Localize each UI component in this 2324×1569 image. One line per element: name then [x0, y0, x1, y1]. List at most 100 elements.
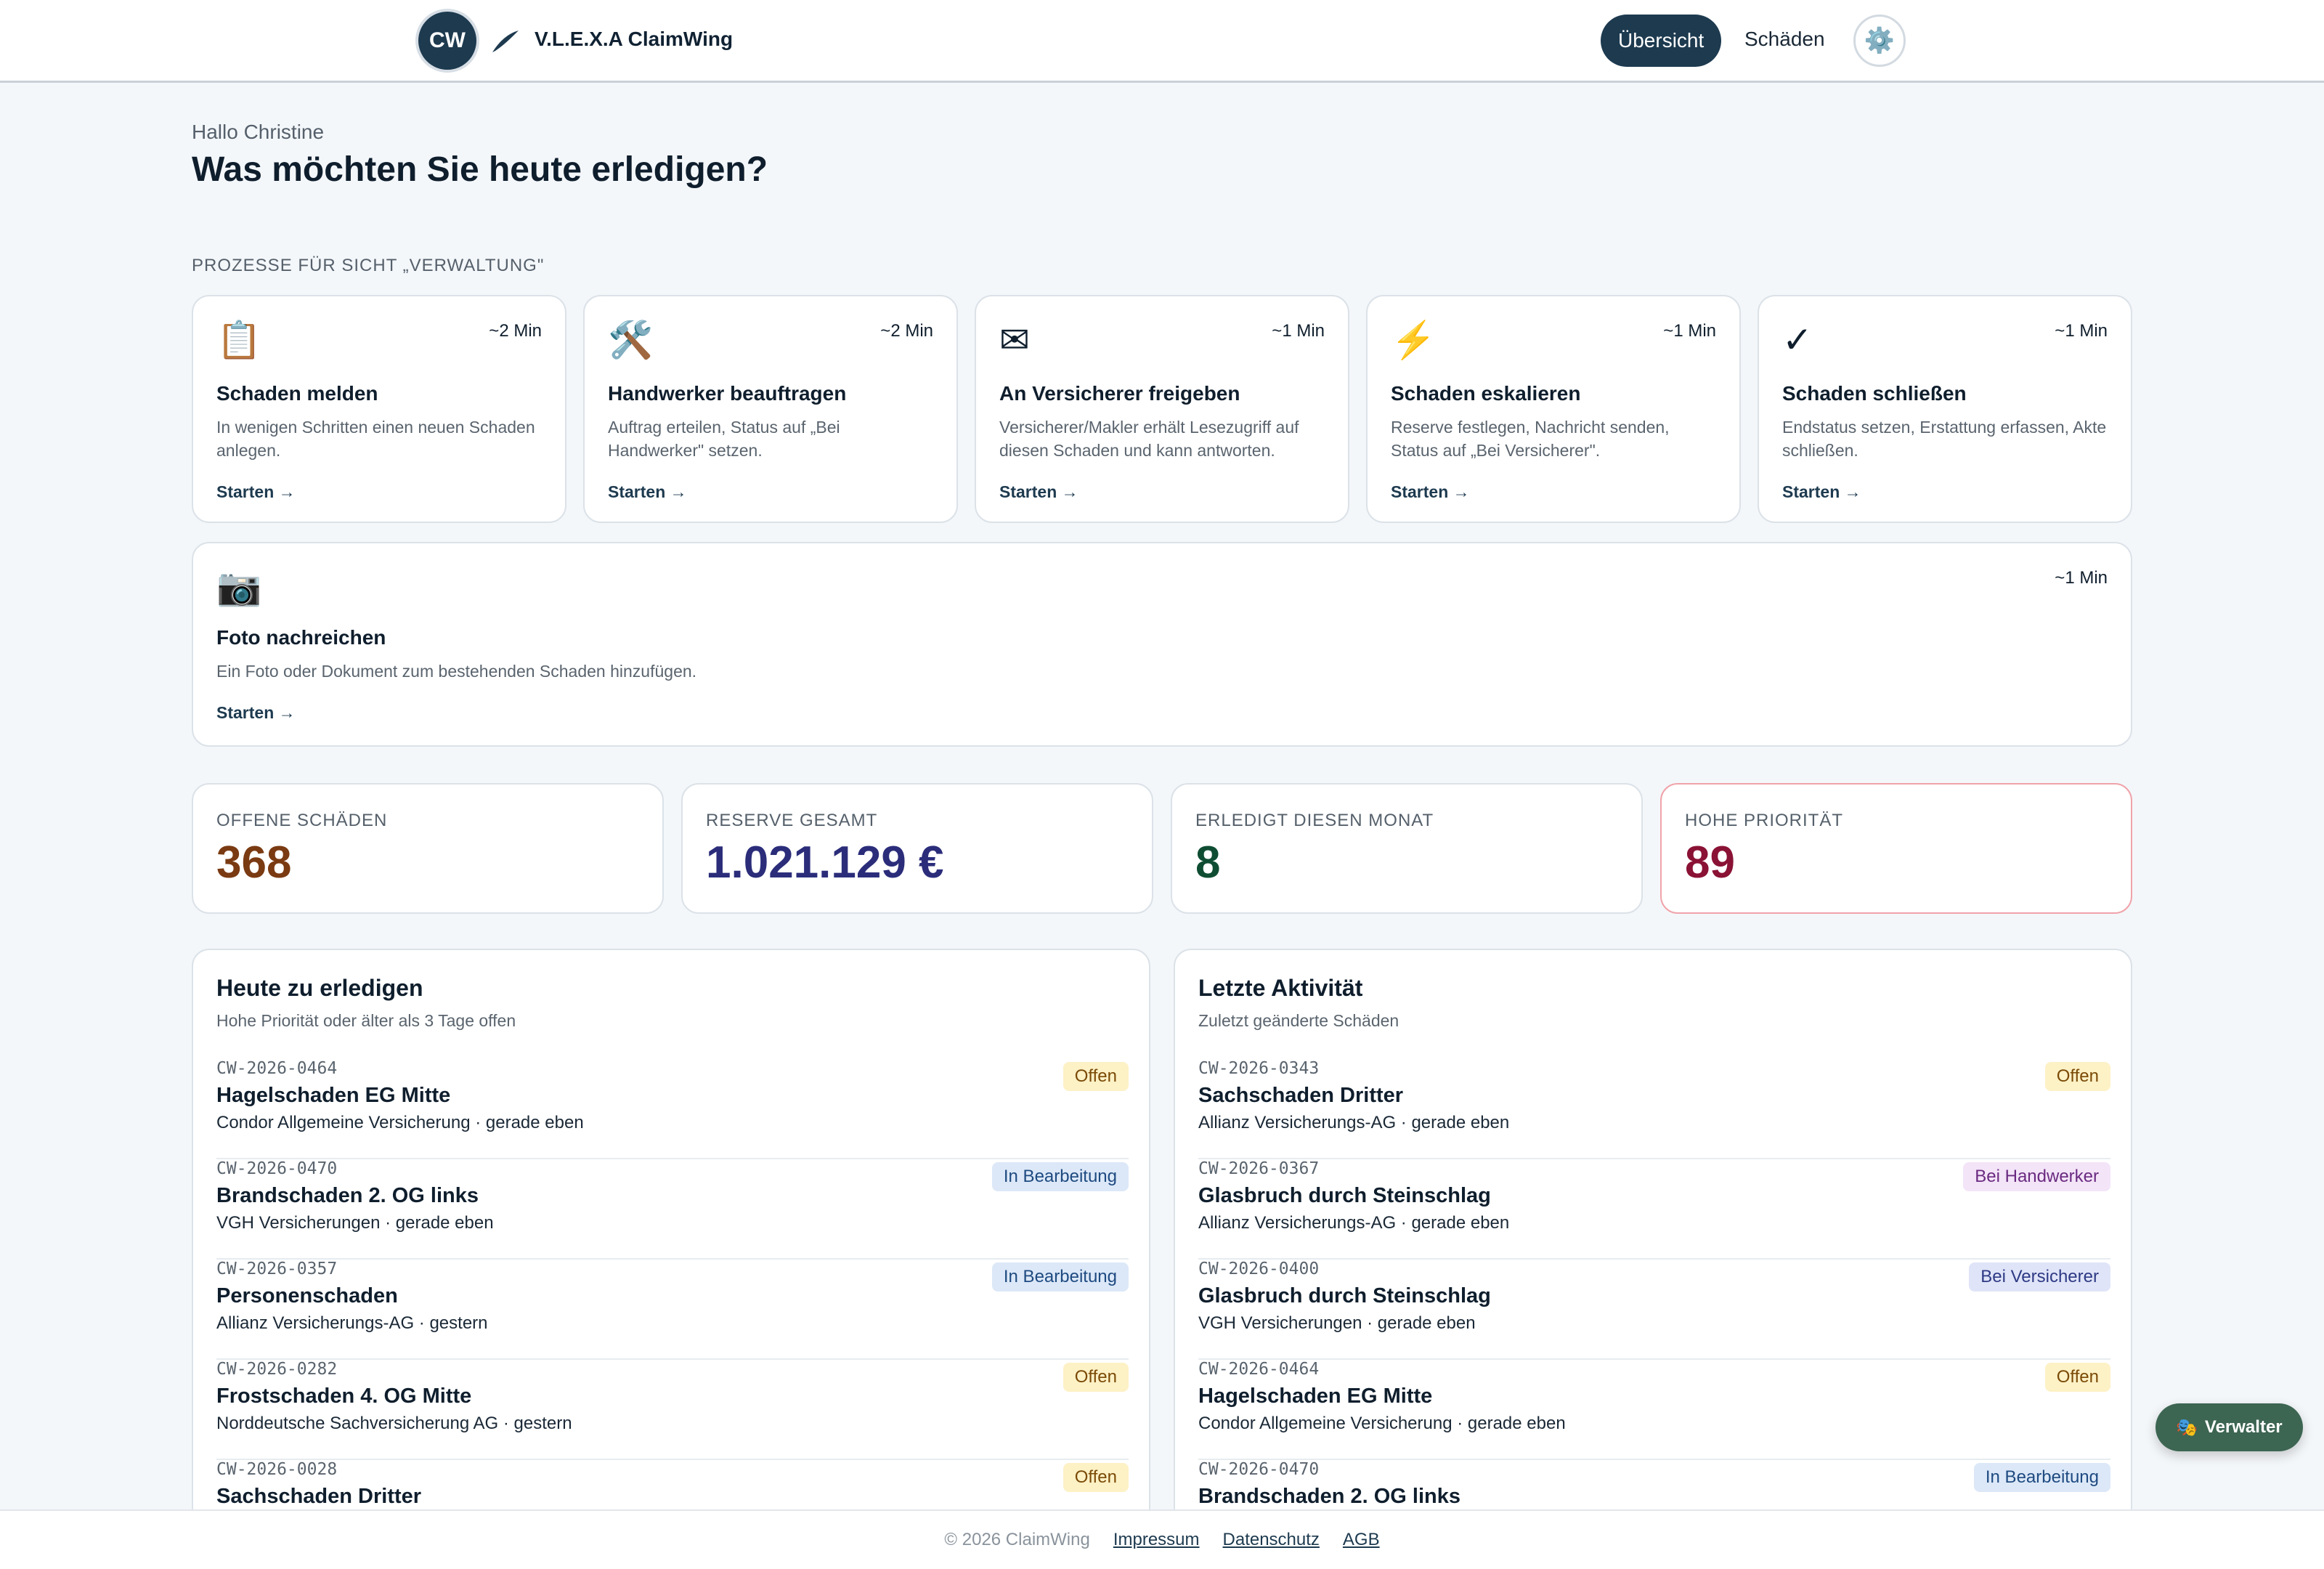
- process-card-foto-nachreichen[interactable]: 📷 ~1 Min Foto nachreichen Ein Foto oder …: [192, 542, 2132, 747]
- card-description: Auftrag erteilen, Status auf „Bei Handwe…: [608, 418, 840, 460]
- duration-label: ~2 Min: [880, 321, 933, 341]
- claim-row[interactable]: CW-2026-0357 Personenschaden Allianz Ver…: [216, 1260, 1129, 1360]
- claim-id: CW-2026-0343: [1198, 1059, 1320, 1078]
- top-navigation-bar: CW V.L.E.X.A ClaimWing Übersicht Schäden…: [0, 0, 2324, 83]
- card-title: Foto nachreichen: [216, 626, 386, 649]
- process-card-schaden-melden[interactable]: 📋 ~2 Min Schaden melden In wenigen Schri…: [192, 295, 566, 523]
- start-link[interactable]: Starten →: [1782, 482, 1861, 502]
- claim-meta: VGH Versicherungen · gerade eben: [216, 1213, 494, 1233]
- claim-list: CW-2026-0464 Hagelschaden EG Mitte Condo…: [216, 1059, 1129, 1560]
- claim-row[interactable]: CW-2026-0464 Hagelschaden EG Mitte Condo…: [1198, 1360, 2110, 1460]
- start-link[interactable]: Starten →: [216, 482, 296, 502]
- claim-title: Sachschaden Dritter: [1198, 1084, 1404, 1107]
- card-description: Endstatus setzen, Erstattung erfassen, A…: [1782, 418, 2107, 460]
- kpi-hohe-prioritaet: HOHE PRIORITÄT 89: [1660, 783, 2132, 914]
- claim-id: CW-2026-0464: [216, 1059, 338, 1078]
- claim-title: Brandschaden 2. OG links: [1198, 1485, 1460, 1508]
- footer-link-impressum[interactable]: Impressum: [1113, 1530, 1200, 1550]
- claim-row[interactable]: CW-2026-0282 Frostschaden 4. OG Mitte No…: [216, 1360, 1129, 1460]
- claim-title: Sachschaden Dritter: [216, 1485, 422, 1508]
- claim-row[interactable]: CW-2026-0400 Glasbruch durch Steinschlag…: [1198, 1260, 2110, 1360]
- claim-meta: Allianz Versicherungs-AG · gerade eben: [1198, 1113, 1510, 1132]
- clipboard-icon: 📋: [216, 320, 262, 360]
- process-card-schaden-eskalieren[interactable]: ⚡ ~1 Min Schaden eskalieren Reserve fest…: [1366, 295, 1741, 523]
- start-link[interactable]: Starten →: [216, 703, 296, 723]
- duration-label: ~1 Min: [2055, 568, 2108, 588]
- claim-meta: Condor Allgemeine Versicherung · gerade …: [1198, 1414, 1566, 1433]
- claim-id: CW-2026-0367: [1198, 1159, 1320, 1178]
- panel-heute-zu-erledigen: Heute zu erledigen Hohe Priorität oder ä…: [192, 949, 1150, 1569]
- footer-link-agb[interactable]: AGB: [1343, 1530, 1380, 1550]
- claim-meta: Allianz Versicherungs-AG · gestern: [216, 1313, 488, 1333]
- status-badge: Offen: [1063, 1463, 1129, 1492]
- start-link[interactable]: Starten →: [999, 482, 1078, 502]
- envelope-icon: ✉: [999, 320, 1030, 360]
- kpi-value: 8: [1195, 838, 1221, 888]
- kpi-label: RESERVE GESAMT: [706, 811, 878, 830]
- process-card-schaden-schliessen[interactable]: ✓ ~1 Min Schaden schließen Endstatus set…: [1758, 295, 2132, 523]
- kpi-value: 89: [1685, 838, 1735, 888]
- claim-meta: VGH Versicherungen · gerade eben: [1198, 1313, 1476, 1333]
- card-description: Reserve festlegen, Nachricht senden, Sta…: [1391, 418, 1670, 460]
- nav-item-schaeden[interactable]: Schäden: [1744, 28, 1825, 51]
- claim-meta: Allianz Versicherungs-AG · gerade eben: [1198, 1213, 1510, 1233]
- card-description: Versicherer/Makler erhält Lesezugriff au…: [999, 418, 1299, 460]
- status-badge: In Bearbeitung: [991, 1262, 1129, 1292]
- panel-subtitle: Hohe Priorität oder älter als 3 Tage off…: [216, 1011, 516, 1030]
- nav-item-uebersicht[interactable]: Übersicht: [1601, 15, 1722, 67]
- claim-title: Personenschaden: [216, 1284, 398, 1308]
- card-description: In wenigen Schritten einen neuen Schaden…: [216, 418, 535, 460]
- card-title: Schaden schließen: [1782, 382, 1967, 405]
- footer-link-datenschutz[interactable]: Datenschutz: [1223, 1530, 1320, 1550]
- role-switch-button[interactable]: 🎭 Verwalter: [2156, 1403, 2303, 1451]
- status-badge: In Bearbeitung: [991, 1162, 1129, 1191]
- panel-title: Letzte Aktivität: [1198, 975, 1363, 1001]
- process-card-handwerker-beauftragen[interactable]: 🛠️ ~2 Min Handwerker beauftragen Auftrag…: [583, 295, 958, 523]
- panel-letzte-aktivitaet: Letzte Aktivität Zuletzt geänderte Schäd…: [1174, 949, 2132, 1569]
- kpi-value: 368: [216, 838, 292, 888]
- status-badge: Bei Handwerker: [1963, 1162, 2110, 1191]
- claim-row[interactable]: CW-2026-0343 Sachschaden Dritter Allianz…: [1198, 1059, 2110, 1159]
- feather-icon: [492, 31, 519, 52]
- claim-title: Frostschaden 4. OG Mitte: [216, 1384, 472, 1408]
- claim-row[interactable]: CW-2026-0470 Brandschaden 2. OG links VG…: [216, 1159, 1129, 1260]
- claim-title: Hagelschaden EG Mitte: [216, 1084, 451, 1107]
- claim-id: CW-2026-0464: [1198, 1360, 1320, 1379]
- kpi-label: ERLEDIGT DIESEN MONAT: [1195, 811, 1434, 830]
- panel-subtitle: Zuletzt geänderte Schäden: [1198, 1011, 1399, 1030]
- panel-title: Heute zu erledigen: [216, 975, 423, 1001]
- page-title: Was möchten Sie heute erledigen?: [192, 150, 768, 189]
- gear-icon: ⚙️: [1864, 27, 1896, 54]
- footer: © 2026 ClaimWing Impressum Datenschutz A…: [0, 1509, 2324, 1569]
- logo-badge[interactable]: CW: [418, 12, 476, 70]
- claim-meta: Condor Allgemeine Versicherung · gerade …: [216, 1113, 584, 1132]
- tools-icon: 🛠️: [608, 320, 654, 360]
- claim-row[interactable]: CW-2026-0367 Glasbruch durch Steinschlag…: [1198, 1159, 2110, 1260]
- claim-id: CW-2026-0470: [216, 1159, 338, 1178]
- claim-id: CW-2026-0028: [216, 1460, 338, 1479]
- card-title: An Versicherer freigeben: [999, 382, 1240, 405]
- kpi-label: OFFENE SCHÄDEN: [216, 811, 388, 830]
- start-link[interactable]: Starten →: [608, 482, 687, 502]
- card-title: Handwerker beauftragen: [608, 382, 847, 405]
- kpi-value: 1.021.129 €: [706, 838, 944, 888]
- theater-masks-icon: 🎭: [2176, 1417, 2198, 1438]
- claim-title: Brandschaden 2. OG links: [216, 1184, 479, 1207]
- kpi-erledigt-monat: ERLEDIGT DIESEN MONAT 8: [1171, 783, 1643, 914]
- status-badge: Offen: [1063, 1363, 1129, 1392]
- process-card-versicherer-freigeben[interactable]: ✉ ~1 Min An Versicherer freigeben Versic…: [975, 295, 1349, 523]
- role-label: Verwalter: [2204, 1417, 2283, 1437]
- brand-name[interactable]: V.L.E.X.A ClaimWing: [535, 28, 733, 51]
- start-link[interactable]: Starten →: [1391, 482, 1470, 502]
- settings-button[interactable]: ⚙️: [1853, 15, 1906, 67]
- duration-label: ~1 Min: [1272, 321, 1325, 341]
- kpi-label: HOHE PRIORITÄT: [1685, 811, 1844, 830]
- claim-row[interactable]: CW-2026-0464 Hagelschaden EG Mitte Condo…: [216, 1059, 1129, 1159]
- claim-meta: Norddeutsche Sachversicherung AG · geste…: [216, 1414, 572, 1433]
- checkmark-icon: ✓: [1782, 320, 1813, 360]
- duration-label: ~1 Min: [1663, 321, 1716, 341]
- greeting-text: Hallo Christine: [192, 121, 325, 143]
- activity-list: CW-2026-0343 Sachschaden Dritter Allianz…: [1198, 1059, 2110, 1560]
- status-badge: Offen: [2044, 1363, 2110, 1392]
- card-description: Ein Foto oder Dokument zum bestehenden S…: [216, 662, 697, 681]
